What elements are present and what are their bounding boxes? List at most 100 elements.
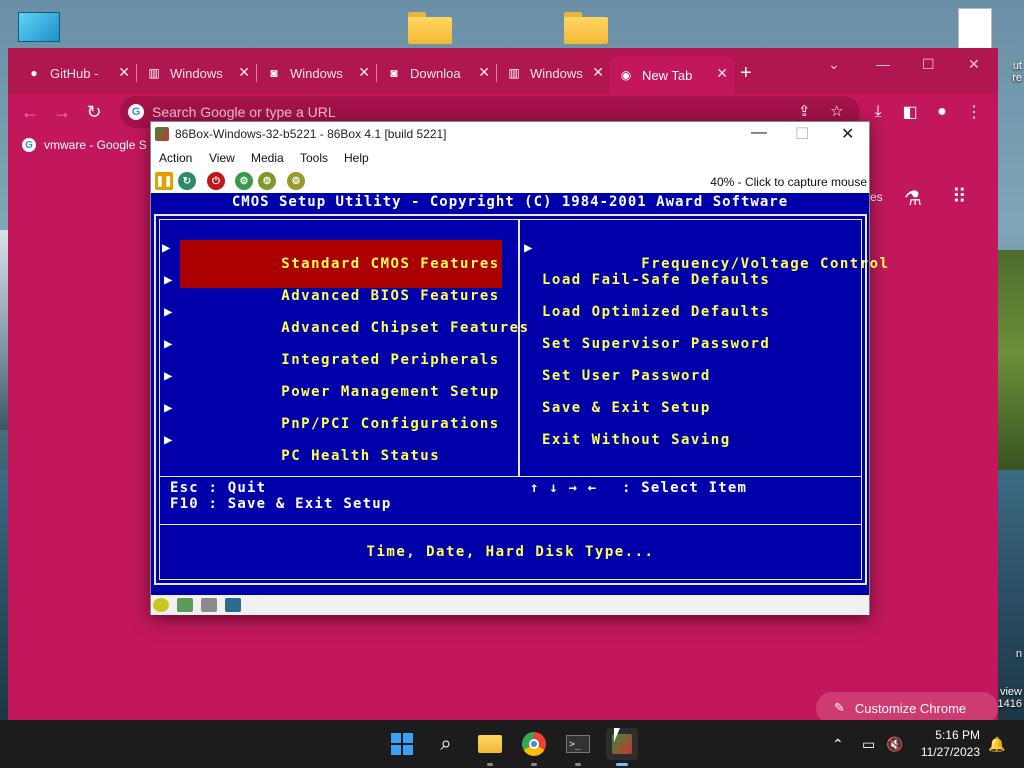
tab-github[interactable]: ● GitHub - ✕ <box>18 58 137 88</box>
maximize-icon[interactable]: ☐ <box>922 56 935 73</box>
apps-grid-icon[interactable]: ⠿ <box>952 184 967 209</box>
back-icon[interactable]: ← <box>18 100 42 124</box>
profile-icon[interactable]: ● <box>930 100 954 124</box>
arrow-right-icon: ▶ <box>164 272 174 288</box>
clock-time[interactable]: 5:16 PM <box>910 728 980 742</box>
network-icon[interactable] <box>177 598 193 612</box>
menu-icon[interactable]: ⋮ <box>962 100 986 124</box>
clock-date[interactable]: 11/27/2023 <box>910 745 980 759</box>
bios-item-load-failsafe[interactable]: Load Fail-Safe Defaults <box>542 272 770 288</box>
maximize-icon[interactable]: ☐ <box>795 124 809 144</box>
desktop-folder-icon[interactable] <box>408 12 452 44</box>
archive-icon: ▥ <box>508 66 520 80</box>
tab-windows-3[interactable]: ▥ Windows ✕ <box>498 58 610 88</box>
customize-label: Customize Chrome <box>854 700 967 716</box>
tab-windows-2[interactable]: ◙ Windows ✕ <box>258 58 377 88</box>
key-hint-esc: Esc : Quit <box>170 480 267 496</box>
power-icon[interactable]: ⏻ <box>207 172 225 190</box>
cdrom-icon[interactable] <box>153 598 169 612</box>
tab-windows-1[interactable]: ▥ Windows ✕ <box>138 58 257 88</box>
close-icon[interactable]: ✕ <box>238 64 250 81</box>
chrome-icon: ◉ <box>620 68 632 82</box>
close-icon[interactable]: ✕ <box>592 64 604 81</box>
desktop-app-icon[interactable] <box>18 12 60 42</box>
key-hint-arrows: ↑ ↓ → ← <box>530 480 598 496</box>
menu-view[interactable]: View <box>209 151 235 165</box>
start-button[interactable] <box>386 728 418 760</box>
hard-disk-icon[interactable] <box>201 598 217 612</box>
arrow-right-icon: ▶ <box>524 240 534 256</box>
close-icon[interactable]: ✕ <box>358 64 370 81</box>
omnibox-placeholder: Search Google or type a URL <box>152 104 336 120</box>
menu-action[interactable]: Action <box>159 151 192 165</box>
display-icon[interactable]: ▭ <box>862 736 875 753</box>
tab-title: GitHub - <box>50 65 99 81</box>
minimize-icon[interactable]: — <box>876 56 890 72</box>
new-tab-button[interactable]: + <box>740 62 752 85</box>
86box-app-icon <box>155 127 169 141</box>
bookmark-vmware[interactable]: G vmware - Google S <box>22 138 147 152</box>
minimize-icon[interactable]: — <box>751 124 767 142</box>
search-icon[interactable]: ⌕ <box>430 728 462 760</box>
reset-icon[interactable]: ↻ <box>178 172 196 190</box>
desktop-edge-label: view 1416 <box>997 686 1022 710</box>
sound-icon[interactable] <box>225 598 241 612</box>
menu-media[interactable]: Media <box>251 151 284 165</box>
pause-icon[interactable]: ❚❚ <box>155 172 173 190</box>
emulator-titlebar: 86Box-Windows-32-b5221 - 86Box 4.1 [buil… <box>151 122 869 146</box>
bookmark-star-icon[interactable]: ☆ <box>830 102 843 120</box>
page-icon: ◙ <box>390 66 398 80</box>
notification-bell-icon[interactable]: 🔔 <box>988 736 1005 753</box>
reload-icon[interactable]: ↻ <box>82 100 106 124</box>
labs-flask-icon[interactable]: ⚗ <box>904 186 922 211</box>
chrome-icon[interactable] <box>518 728 550 766</box>
tab-search-icon[interactable]: ⌄ <box>828 56 840 73</box>
bios-item-save-exit[interactable]: Save & Exit Setup <box>542 400 711 416</box>
bios-item-supervisor-password[interactable]: Set Supervisor Password <box>542 336 770 352</box>
bios-item-load-optimized[interactable]: Load Optimized Defaults <box>542 304 770 320</box>
page-partial-text: es <box>870 190 883 204</box>
tab-title: Downloa <box>410 65 461 81</box>
tab-strip: ● GitHub - ✕ ▥ Windows ✕ ◙ Windows ✕ ◙ D… <box>8 48 998 94</box>
tab-downloads[interactable]: ◙ Downloa ✕ <box>378 58 497 88</box>
bios-item-pc-health[interactable]: ▶ PC Health Status <box>164 432 440 480</box>
emulator-window: 86Box-Windows-32-b5221 - 86Box 4.1 [buil… <box>150 121 888 615</box>
menu-tools[interactable]: Tools <box>300 151 328 165</box>
settings-icon[interactable]: ⚙ <box>287 172 305 190</box>
page-icon: ◙ <box>270 66 278 80</box>
forward-icon[interactable]: → <box>50 100 74 124</box>
close-icon[interactable]: ✕ <box>716 65 728 82</box>
arrow-right-icon: ▶ <box>164 400 174 416</box>
capture-hint: 40% - Click to capture mouse <box>710 175 867 189</box>
close-icon[interactable]: ✕ <box>118 64 130 81</box>
arrow-right-icon: ▶ <box>164 432 174 448</box>
volume-muted-icon[interactable]: 🔇 <box>886 736 903 753</box>
share-icon[interactable]: ⇪ <box>798 102 811 120</box>
menu-help[interactable]: Help <box>344 151 369 165</box>
arrow-right-icon: ▶ <box>164 368 174 384</box>
close-icon[interactable]: ✕ <box>478 64 490 81</box>
close-window-icon[interactable]: ✕ <box>968 56 980 73</box>
tab-new-tab[interactable]: ◉ New Tab ✕ <box>610 56 734 94</box>
archive-icon: ▥ <box>148 66 160 80</box>
window-title: 86Box-Windows-32-b5221 - 86Box 4.1 [buil… <box>175 127 447 141</box>
emulator-statusbar <box>151 595 869 615</box>
arrow-right-icon: ▶ <box>162 240 172 256</box>
desktop-file-icon[interactable] <box>958 8 992 50</box>
terminal-icon[interactable]: >_ <box>562 728 594 766</box>
bios-frame: ▶ Standard CMOS Features ▶ Advanced BIOS F… <box>154 214 888 585</box>
86box-taskbar-icon[interactable] <box>606 728 638 766</box>
bios-screen[interactable]: CMOS Setup Utility - Copyright (C) 1984-… <box>151 193 888 595</box>
close-window-icon[interactable]: ✕ <box>841 124 854 144</box>
ctrl-alt-esc-icon[interactable]: ⚙ <box>258 172 276 190</box>
side-panel-icon[interactable]: ◧ <box>898 100 922 124</box>
emulator-toolbar: ❚❚ ↻ ⏻ ⚙ ⚙ ⚙ 40% - Click to capture mous… <box>151 170 869 192</box>
tab-title: Windows <box>290 65 343 81</box>
desktop-folder-icon[interactable] <box>564 12 608 44</box>
ctrl-alt-del-icon[interactable]: ⚙ <box>235 172 253 190</box>
bios-item-user-password[interactable]: Set User Password <box>542 368 711 384</box>
bios-item-exit-without-saving[interactable]: Exit Without Saving <box>542 432 731 448</box>
chevron-up-icon[interactable]: ⌃ <box>832 736 844 753</box>
file-explorer-icon[interactable] <box>474 728 506 766</box>
windows-logo-icon <box>391 733 413 755</box>
